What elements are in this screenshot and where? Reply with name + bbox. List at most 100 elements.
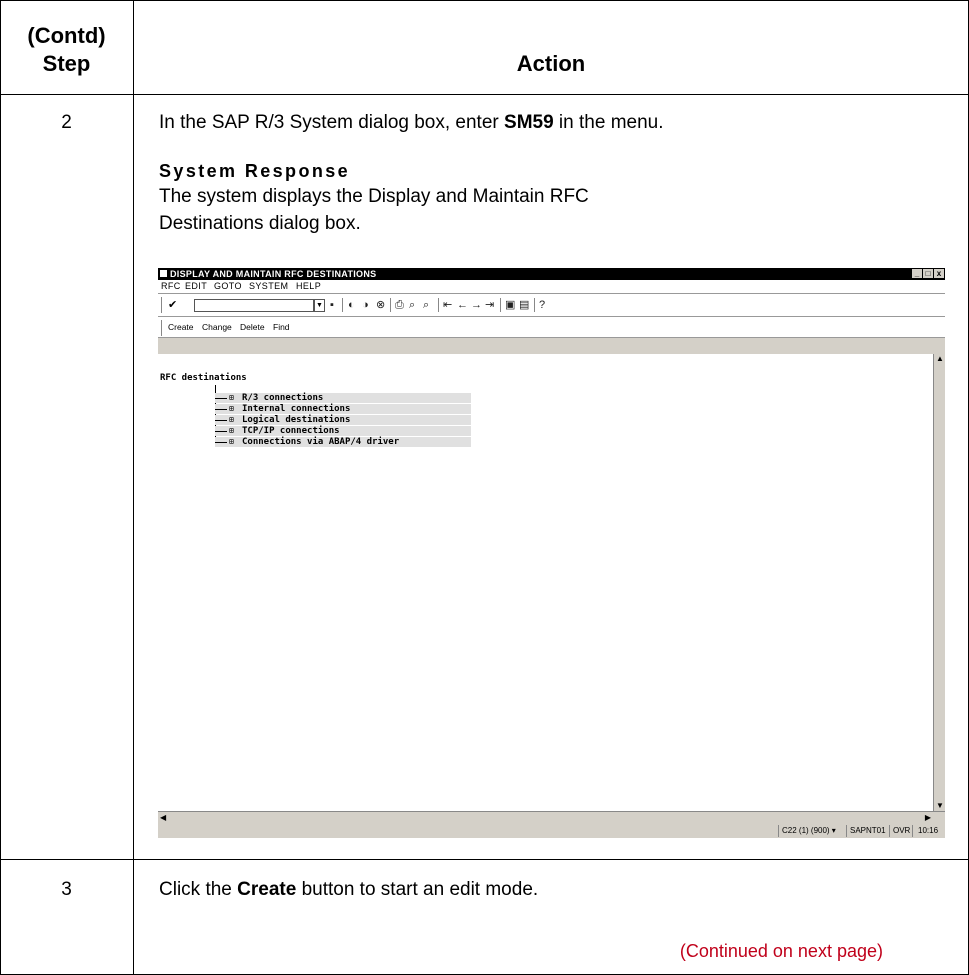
last-page-icon[interactable]: ⇥ (485, 299, 494, 311)
command-field[interactable] (194, 299, 314, 312)
tree-node-label: R/3 connections (242, 393, 324, 403)
toolbar-grip (161, 297, 165, 313)
window-title: DISPLAY AND MAINTAIN RFC DESTINATIONS (170, 269, 377, 279)
expand-icon[interactable]: ⊞ (229, 404, 234, 414)
maximize-icon[interactable]: □ (923, 269, 933, 278)
tree-connector (215, 398, 227, 399)
expand-icon[interactable]: ⊞ (229, 426, 234, 436)
tree-node-label: TCP/IP connections (242, 426, 340, 436)
window-icon (160, 270, 167, 277)
close-icon[interactable]: x (934, 269, 944, 278)
minimize-icon[interactable]: _ (912, 269, 922, 278)
next-page-icon[interactable]: → (471, 299, 482, 311)
instruction-button-name: Create (237, 879, 297, 900)
vertical-scrollbar[interactable]: ▲ ▼ (933, 354, 945, 811)
status-bar: C22 (1) (900) ▾ SAPNT01 OVR 10:16 (158, 824, 945, 838)
instruction-text: Click the (159, 879, 238, 900)
cancel-icon[interactable]: ⊗ (376, 299, 385, 311)
toolbar-separator (342, 298, 343, 312)
toolbar-separator (390, 298, 391, 312)
table-top-border (0, 0, 969, 1)
find-button[interactable]: Find (273, 322, 290, 332)
menu-system[interactable]: SYSTEM (249, 281, 288, 292)
menu-help[interactable]: HELP (296, 281, 321, 292)
step-number: 2 (61, 112, 72, 133)
header-bottom-border (0, 94, 969, 95)
command-dropdown-icon[interactable]: ▼ (314, 299, 325, 312)
system-response-text: Destinations dialog box. (159, 213, 361, 234)
expand-icon[interactable]: ⊞ (229, 393, 234, 403)
menu-goto[interactable]: GOTO (214, 281, 242, 292)
previous-page-icon[interactable]: ← (457, 299, 468, 311)
tree-node-label: Internal connections (242, 404, 351, 414)
instruction-text: button to start an edit mode. (296, 879, 539, 900)
back-icon[interactable]: ◐ (348, 299, 355, 311)
status-separator (889, 825, 890, 837)
scroll-left-icon[interactable]: ◀ (160, 813, 166, 823)
application-toolbar: Create Change Delete Find (158, 317, 945, 338)
status-time: 10:16 (918, 826, 939, 835)
shortcut-icon[interactable]: ▤ (519, 299, 529, 311)
save-icon[interactable]: ▪ (330, 299, 334, 311)
tree-connector (215, 442, 227, 443)
title-bar: DISPLAY AND MAINTAIN RFC DESTINATIONS _ … (158, 268, 945, 280)
first-page-icon[interactable]: ⇤ (443, 299, 452, 311)
column-divider (133, 0, 134, 975)
expand-icon[interactable]: ⊞ (229, 415, 234, 425)
find-icon[interactable]: ⌕ (409, 299, 415, 311)
tree-node-tcpip-connections[interactable]: ⊞ TCP/IP connections (215, 426, 471, 436)
enter-icon[interactable]: ✔ (168, 299, 177, 311)
menu-rfc[interactable]: RFC (161, 281, 181, 292)
create-session-icon[interactable]: ▣ (505, 299, 515, 311)
create-button[interactable]: Create (168, 322, 194, 332)
table-left-border (0, 0, 1, 975)
find-next-icon[interactable]: ⌕ (423, 299, 429, 311)
exit-icon[interactable]: ◑ (362, 299, 369, 311)
row2-bottom-border (0, 859, 969, 860)
tree-connector (215, 409, 227, 410)
tree-content-area: RFC destinations ⊞ R/3 connections ⊞ Int… (158, 354, 933, 811)
print-icon[interactable]: ⎙ (395, 299, 404, 311)
tree-node-logical-destinations[interactable]: ⊞ Logical destinations (215, 415, 471, 425)
toolbar-separator (438, 298, 439, 312)
toolbar-grip (161, 320, 165, 336)
status-separator (912, 825, 913, 837)
step-instruction: Click the Create button to start an edit… (159, 876, 538, 903)
toolbar-separator (534, 298, 535, 312)
tree-node-label: Connections via ABAP/4 driver (242, 437, 400, 447)
toolbar-separator (500, 298, 501, 312)
delete-button[interactable]: Delete (240, 322, 265, 332)
menu-edit[interactable]: EDIT (185, 281, 207, 292)
menu-bar: RFC EDIT GOTO SYSTEM HELP (158, 280, 945, 304)
tree-connector (215, 420, 227, 421)
tree-root[interactable]: RFC destinations (160, 373, 247, 383)
step-number: 3 (61, 879, 72, 900)
standard-toolbar: ✔ ▼ ▪ ◐ ◑ ⊗ ⎙ ⌕ ⌕ ⇤ ← → ⇥ ▣ ▤ ? (158, 293, 945, 317)
status-system[interactable]: C22 (1) (900) ▾ (782, 826, 836, 836)
status-mode: OVR (893, 826, 911, 835)
system-response-heading: System Response (159, 161, 351, 181)
change-button[interactable]: Change (202, 322, 232, 332)
tree-node-internal-connections[interactable]: ⊞ Internal connections (215, 404, 471, 414)
instruction-table: (Contd) Step Action 2 In the SAP R/3 Sys… (0, 0, 969, 975)
horizontal-scrollbar[interactable]: ◀ ▶ (158, 811, 945, 824)
instruction-code: SM59 (504, 112, 554, 133)
system-response-text: The system displays the Display and Main… (159, 186, 589, 207)
tree-node-abap-driver-connections[interactable]: ⊞ Connections via ABAP/4 driver (215, 437, 471, 447)
status-server: SAPNT01 (850, 826, 886, 835)
scroll-right-icon[interactable]: ▶ (925, 813, 931, 823)
step-header-line1: (Contd) (27, 23, 106, 48)
step-column-header: (Contd) Step (0, 22, 133, 78)
scroll-up-icon[interactable]: ▲ (936, 354, 944, 364)
expand-icon[interactable]: ⊞ (229, 437, 234, 447)
tree-node-r3-connections[interactable]: ⊞ R/3 connections (215, 393, 471, 403)
scroll-down-icon[interactable]: ▼ (936, 801, 944, 811)
instruction-text: In the SAP R/3 System dialog box, enter (159, 112, 505, 133)
step-header-line2: Step (42, 51, 91, 76)
instruction-text: in the menu. (553, 112, 664, 133)
help-icon[interactable]: ? (539, 299, 545, 311)
continued-note: (Continued on next page) (679, 941, 883, 961)
action-column-header: Action (516, 51, 586, 76)
step-instruction: In the SAP R/3 System dialog box, enter … (159, 109, 664, 136)
sap-window: DISPLAY AND MAINTAIN RFC DESTINATIONS _ … (158, 268, 945, 838)
